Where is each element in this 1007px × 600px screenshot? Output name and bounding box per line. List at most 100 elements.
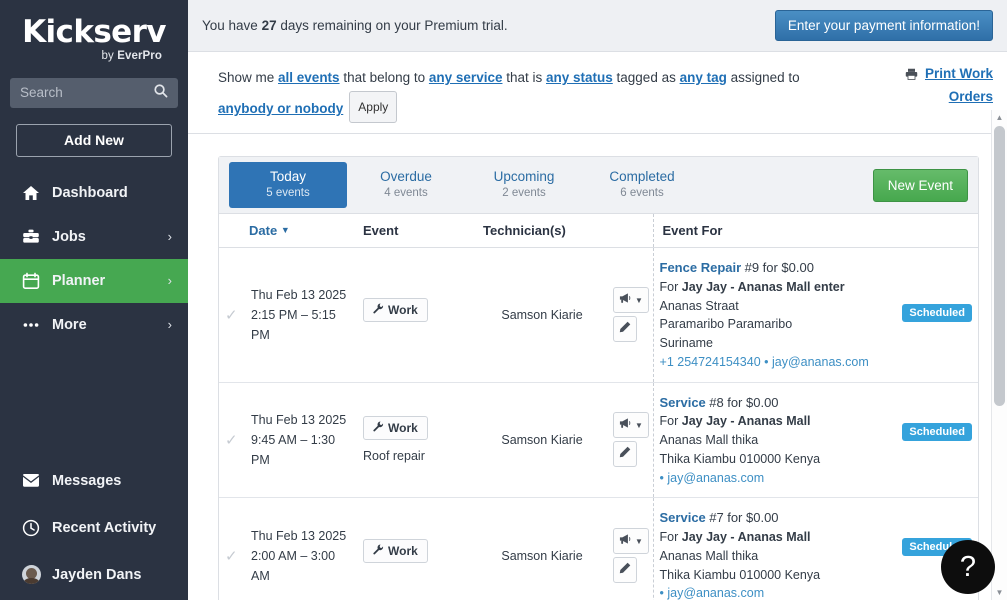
- trial-banner: You have 27 days remaining on your Premi…: [188, 0, 1007, 52]
- row-event-cell: Work Roof repair: [357, 382, 478, 499]
- sidebar-item-jobs[interactable]: Jobs ›: [0, 215, 188, 259]
- new-event-button[interactable]: New Event: [872, 168, 968, 202]
- event-for-heading: Service #7 for $0.00: [660, 508, 895, 528]
- work-badge[interactable]: Work: [363, 416, 428, 441]
- scroll-down-arrow[interactable]: ▼: [992, 585, 1007, 600]
- search-icon: [153, 83, 168, 103]
- sidebar-item-more[interactable]: More ›: [0, 303, 188, 347]
- announce-dropdown-button[interactable]: ▼: [613, 412, 649, 439]
- work-badge[interactable]: Work: [363, 539, 428, 564]
- tab-overdue[interactable]: Overdue 4 events: [347, 162, 465, 208]
- row-event-for-cell: Service #8 for $0.00 For Jay Jay - Anana…: [652, 382, 978, 499]
- sidebar-item-label: More: [52, 316, 87, 333]
- filter-sentence: Show me all events that belong to any se…: [218, 64, 818, 123]
- filter-link-assignee[interactable]: anybody or nobody: [218, 101, 343, 116]
- filter-link-service[interactable]: any service: [429, 70, 503, 85]
- briefcase-icon: [22, 228, 48, 246]
- column-header-technician[interactable]: Technician(s): [477, 214, 608, 248]
- column-header-date[interactable]: Date ▼: [219, 214, 358, 248]
- vertical-scrollbar[interactable]: ▲ ▼: [991, 110, 1007, 600]
- customer-name: Jay Jay - Ananas Mall enter: [681, 279, 845, 294]
- row-technician: Samson Kiarie: [477, 247, 608, 383]
- event-for-contact[interactable]: +1 254724154340 • jay@ananas.com: [660, 353, 895, 372]
- filter-prefix: Show me: [218, 70, 279, 85]
- enter-payment-button[interactable]: Enter your payment information!: [774, 10, 993, 41]
- tab-count: 4 events: [384, 187, 428, 200]
- filter-link-events[interactable]: all events: [278, 70, 340, 85]
- filter-link-status[interactable]: any status: [546, 70, 613, 85]
- event-for-title[interactable]: Fence Repair: [660, 260, 742, 275]
- event-for-details: Fence Repair #9 for $0.00 For Jay Jay - …: [660, 258, 895, 372]
- row-time: 2:15 PM – 5:15 PM: [251, 307, 336, 342]
- customer-prefix: For: [659, 530, 682, 544]
- column-header-event-for[interactable]: Event For: [652, 214, 978, 248]
- caret-down-icon: ▼: [635, 536, 643, 546]
- events-table: Date ▼ Event Technician(s) Event For ✓ T…: [219, 214, 978, 600]
- search-input[interactable]: Search: [10, 77, 178, 108]
- sidebar-item-dashboard[interactable]: Dashboard: [0, 171, 188, 215]
- event-for-title[interactable]: Service: [660, 510, 706, 525]
- clock-icon: [22, 519, 48, 537]
- status-badge[interactable]: Scheduled: [902, 422, 972, 441]
- print-work-orders-link[interactable]: Print Work Orders: [925, 66, 993, 104]
- edit-button[interactable]: [613, 316, 638, 343]
- brand-logo[interactable]: Kickserv by EverPro: [0, 0, 188, 62]
- event-for-amount: for $0.00: [727, 510, 779, 526]
- help-button[interactable]: ?: [941, 540, 995, 594]
- app-root: Kickserv by EverPro Search Add New Dashb…: [0, 0, 1007, 600]
- work-badge[interactable]: Work: [363, 298, 428, 323]
- event-for-contact[interactable]: • jay@ananas.com: [660, 469, 895, 488]
- filter-mid1: that belong to: [339, 70, 429, 85]
- pencil-icon: [619, 320, 631, 338]
- event-for-address-line: Ananas Mall thika: [659, 548, 759, 563]
- logo-sub-pre: by: [101, 49, 118, 62]
- event-for-details: Service #7 for $0.00 For Jay Jay - Anana…: [660, 508, 895, 600]
- table-row[interactable]: ✓ Thu Feb 13 2025 2:15 PM – 5:15 PM Work: [219, 247, 978, 383]
- events-panel: Today 5 events Overdue 4 events Upcoming…: [218, 156, 979, 600]
- wrench-icon: [373, 421, 384, 435]
- sidebar-nav: Dashboard Jobs › Planner › More ›: [0, 171, 188, 347]
- logo-sub-brand: EverPro: [117, 49, 162, 62]
- row-checkmark-icon[interactable]: ✓: [219, 497, 245, 600]
- event-for-address-line: Ananas Straat: [659, 298, 739, 313]
- event-for-contact[interactable]: • jay@ananas.com: [660, 584, 895, 600]
- announce-dropdown-button[interactable]: ▼: [613, 287, 649, 314]
- row-date-cell: Thu Feb 13 2025 9:45 AM – 1:30 PM: [245, 382, 358, 499]
- wrench-icon: [373, 303, 384, 317]
- event-for-customer: For Jay Jay - Ananas Mall: [660, 528, 895, 547]
- sidebar-item-messages[interactable]: Messages: [0, 457, 188, 504]
- pencil-icon: [619, 561, 631, 579]
- print-work-orders: Print Work Orders: [883, 64, 993, 108]
- row-actions-cell: ▼: [607, 382, 654, 499]
- tab-completed[interactable]: Completed 6 events: [583, 162, 701, 208]
- sort-descending-icon: ▼: [280, 225, 290, 235]
- row-event-for-cell: Service #7 for $0.00 For Jay Jay - Anana…: [652, 497, 978, 600]
- column-header-event[interactable]: Event: [357, 214, 478, 248]
- table-row[interactable]: ✓ Thu Feb 13 2025 2:00 AM – 3:00 AM Work: [219, 497, 978, 600]
- announce-dropdown-button[interactable]: ▼: [613, 528, 649, 555]
- event-for-title[interactable]: Service: [660, 395, 706, 410]
- avatar-icon: [22, 565, 48, 584]
- sidebar-item-user-profile[interactable]: Jayden Dans: [0, 551, 188, 598]
- edit-button[interactable]: [613, 557, 638, 584]
- row-checkmark-icon[interactable]: ✓: [219, 247, 245, 383]
- row-checkmark-icon[interactable]: ✓: [219, 382, 245, 499]
- table-row[interactable]: ✓ Thu Feb 13 2025 9:45 AM – 1:30 PM Work: [219, 382, 978, 499]
- event-for-number: #7: [709, 510, 724, 526]
- event-for-customer: For Jay Jay - Ananas Mall enter: [660, 278, 895, 297]
- edit-button[interactable]: [613, 441, 638, 468]
- status-badge[interactable]: Scheduled: [902, 304, 972, 322]
- tab-today[interactable]: Today 5 events: [229, 162, 347, 208]
- tab-upcoming[interactable]: Upcoming 2 events: [465, 162, 583, 208]
- apply-button[interactable]: Apply: [349, 91, 398, 123]
- filter-link-tag[interactable]: any tag: [680, 70, 727, 85]
- scrollbar-thumb[interactable]: [994, 126, 1005, 406]
- tab-count: 2 events: [502, 187, 546, 200]
- sidebar-item-planner[interactable]: Planner ›: [0, 258, 188, 303]
- add-new-button[interactable]: Add New: [16, 123, 172, 157]
- column-header-date-label: Date: [249, 223, 278, 238]
- sidebar-item-recent-activity[interactable]: Recent Activity: [0, 504, 188, 551]
- tab-label: Today: [269, 169, 307, 185]
- scroll-up-arrow[interactable]: ▲: [992, 110, 1007, 125]
- row-event-cell: Work: [357, 497, 478, 600]
